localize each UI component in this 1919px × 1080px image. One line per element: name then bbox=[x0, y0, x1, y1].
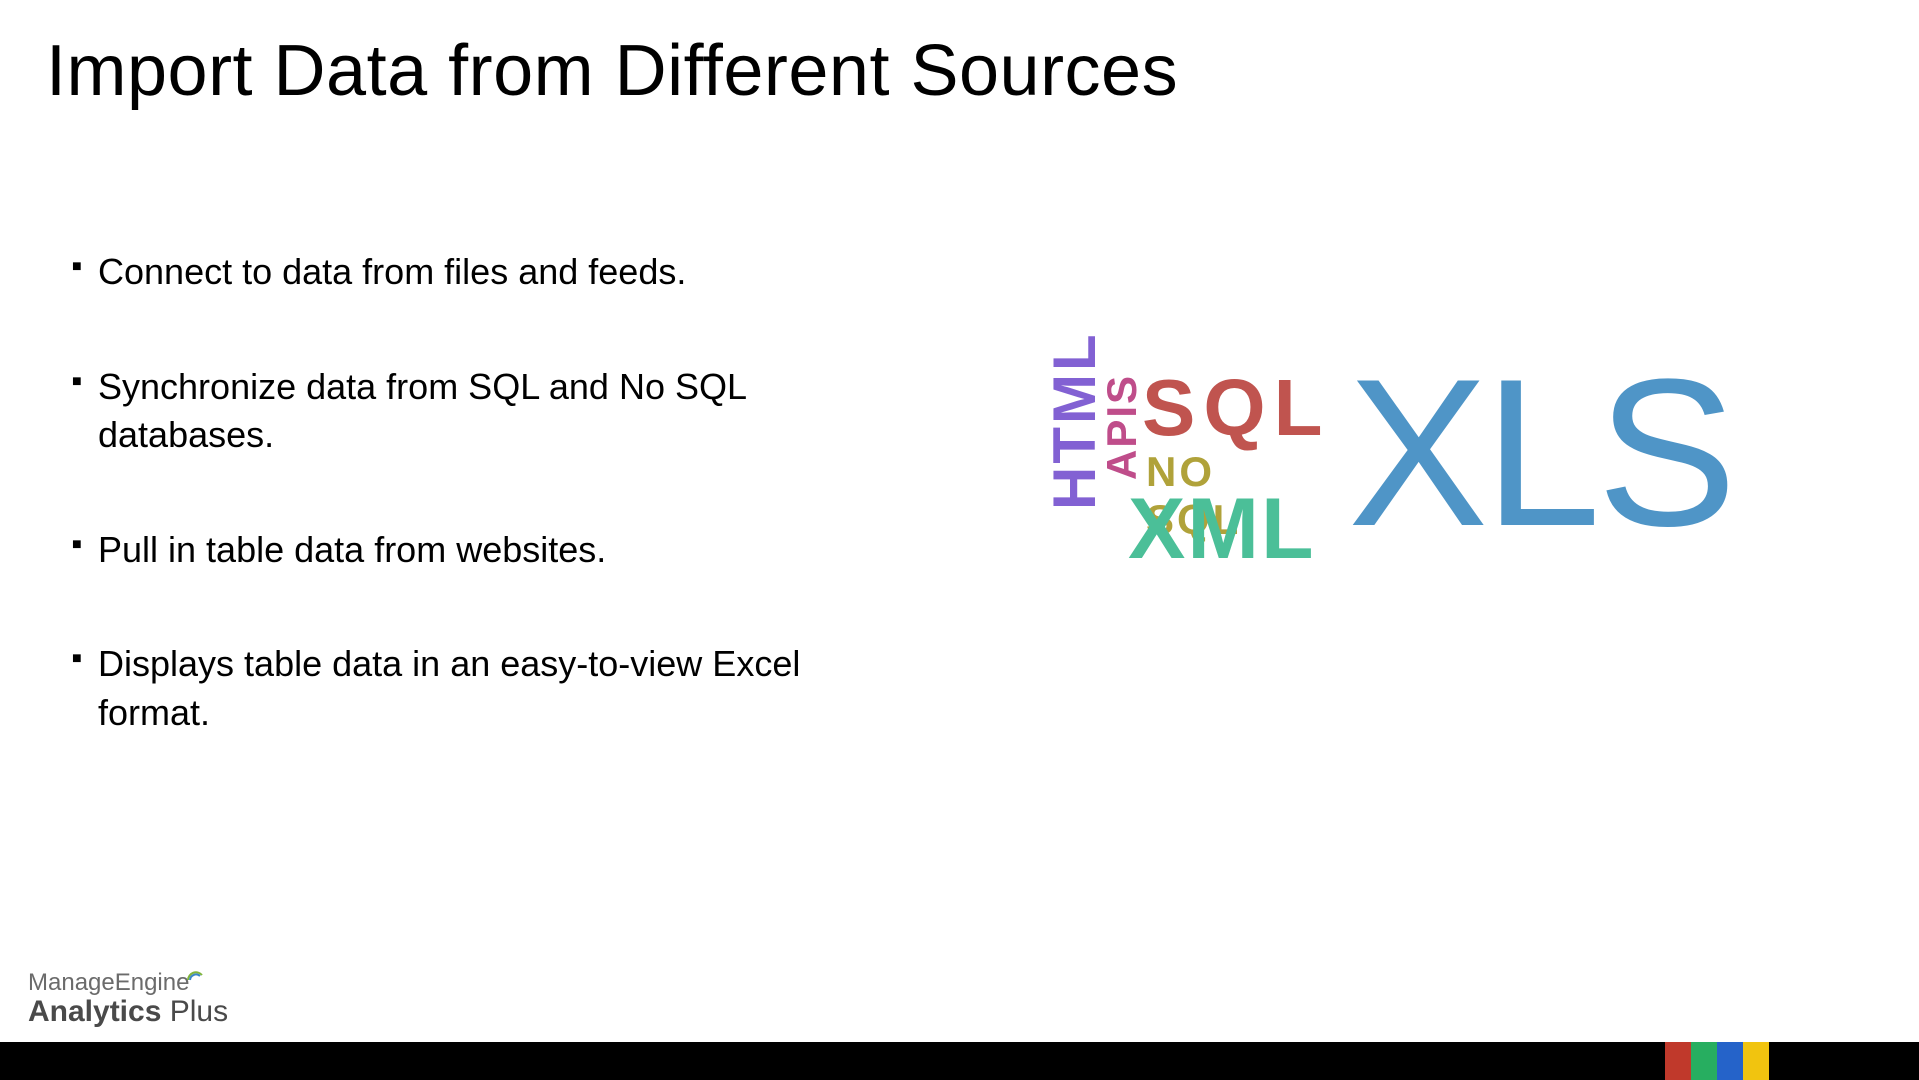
bullet-item: Displays table data in an easy-to-view E… bbox=[72, 640, 882, 737]
bullet-item: Pull in table data from websites. bbox=[72, 526, 882, 575]
footer-bar bbox=[0, 1042, 1919, 1080]
footer-strip-yellow bbox=[1743, 1042, 1769, 1080]
footer-strip-red bbox=[1665, 1042, 1691, 1080]
logo-line2: Analytics Plus bbox=[28, 995, 228, 1029]
wordcloud-xml: XML bbox=[1128, 480, 1316, 579]
bullet-item: Connect to data from files and feeds. bbox=[72, 248, 882, 297]
footer-color-strips bbox=[1665, 1042, 1769, 1080]
logo-text-analytics: Analytics bbox=[28, 995, 161, 1028]
logo-arc-icon bbox=[187, 960, 203, 988]
logo-text-manageengine: ManageEngine bbox=[28, 969, 189, 996]
wordcloud-sql: SQL bbox=[1142, 362, 1330, 454]
slide: Import Data from Different Sources Conne… bbox=[0, 0, 1919, 1080]
logo-text-plus: Plus bbox=[161, 995, 228, 1028]
footer-strip-green bbox=[1691, 1042, 1717, 1080]
wordcloud-xls: XLS bbox=[1348, 332, 1733, 574]
footer-strip-blue bbox=[1717, 1042, 1743, 1080]
wordcloud-apis: APIS bbox=[1098, 374, 1146, 480]
slide-title: Import Data from Different Sources bbox=[46, 30, 1178, 112]
brand-logo: ManageEngine Analytics Plus bbox=[28, 960, 228, 1029]
bullet-list: Connect to data from files and feeds. Sy… bbox=[72, 248, 882, 804]
logo-line1: ManageEngine bbox=[28, 960, 228, 997]
bullet-item: Synchronize data from SQL and No SQL dat… bbox=[72, 363, 882, 460]
